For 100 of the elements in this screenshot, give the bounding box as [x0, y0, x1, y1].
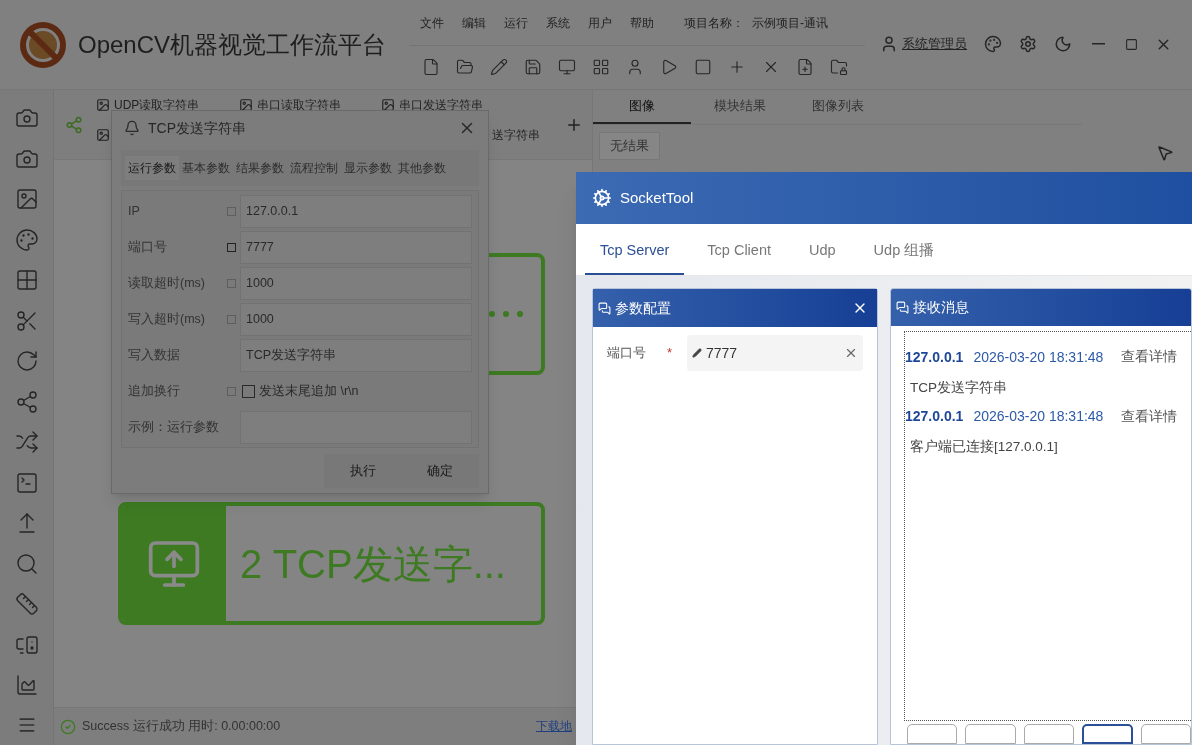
settings-icon — [1019, 35, 1037, 53]
dialog-button[interactable]: 执行 — [324, 454, 402, 488]
minimize-button[interactable] — [1089, 40, 1108, 48]
required-mark: * — [667, 344, 674, 363]
rotate-icon — [14, 349, 39, 374]
param-label: 端口号 — [128, 238, 168, 256]
maximize-button[interactable] — [1125, 37, 1138, 51]
dialog-title: TCP发送字符串 — [148, 118, 246, 138]
moon-icon — [1054, 35, 1072, 53]
message-time: 2026-03-20 18:31:48 — [973, 407, 1104, 427]
area-chart-icon — [14, 673, 39, 698]
bell-icon — [124, 120, 140, 136]
folder-button[interactable] — [456, 58, 474, 76]
dialog-tab[interactable]: 结果参数 — [233, 156, 287, 180]
module-tab[interactable]: UDP读取字符串 — [96, 96, 200, 114]
folder-icon — [456, 58, 474, 76]
message-body: TCP发送字符串 — [909, 379, 1008, 397]
status-text: Success 运行成功 用时: 0.00:00:00 — [82, 718, 281, 736]
menu-item[interactable]: 运行 — [504, 13, 528, 32]
project-label: 项目名称： — [684, 14, 744, 32]
user-link[interactable]: 系统管理员 — [902, 34, 967, 54]
chat-icon — [896, 301, 909, 314]
dialog-tab[interactable]: 显示参数 — [341, 156, 395, 180]
result-tab[interactable]: 图像列表 — [789, 90, 887, 124]
param-field[interactable]: 1000 — [240, 302, 472, 336]
panel-title: 参数配置 — [615, 298, 671, 318]
shuffle-icon — [14, 430, 39, 455]
folder-lock-icon — [830, 58, 848, 76]
result-tab[interactable]: 模块结果 — [691, 90, 789, 124]
theme-button[interactable] — [1054, 35, 1072, 53]
pointer-icon — [1156, 144, 1174, 162]
port-field[interactable]: 7777 — [687, 335, 863, 371]
settings-button[interactable] — [1019, 35, 1037, 53]
maximize-icon — [1125, 37, 1138, 51]
protocol-tab[interactable]: Tcp Client — [692, 229, 786, 275]
play-button[interactable] — [660, 58, 678, 76]
menu-item[interactable]: 帮助 — [630, 13, 654, 32]
user-button[interactable] — [626, 58, 644, 76]
file-add-button[interactable] — [796, 58, 814, 76]
link-marker[interactable] — [226, 242, 236, 252]
link-marker[interactable] — [226, 314, 236, 324]
palette-icon — [14, 227, 39, 252]
dialog-tab[interactable]: 基本参数 — [179, 156, 233, 180]
port-label: 端口号 — [607, 344, 647, 363]
folder-lock-button[interactable] — [830, 58, 848, 76]
dialog-tab[interactable]: 运行参数 — [125, 156, 179, 180]
user-icon — [626, 58, 644, 76]
monitor-button[interactable] — [558, 58, 576, 76]
pencil-icon — [490, 58, 508, 76]
menu-item[interactable]: 编辑 — [462, 13, 486, 32]
pencil-button[interactable] — [490, 58, 508, 76]
link-marker[interactable] — [226, 278, 236, 288]
clear-icon — [844, 346, 858, 360]
node-label: 2 TCP发送字... — [239, 540, 507, 588]
result-tab[interactable]: 图像 — [593, 90, 691, 124]
terminal-icon — [14, 470, 39, 495]
param-field[interactable]: 1000 — [240, 266, 472, 300]
protocol-tab[interactable]: Udp 组播 — [858, 229, 950, 275]
dialog-button[interactable]: 确定 — [401, 454, 479, 488]
link-marker[interactable] — [226, 206, 236, 216]
pencil-icon — [692, 348, 702, 358]
download-link[interactable]: 下载地 — [536, 717, 572, 736]
message-ip: 127.0.0.1 — [905, 348, 964, 367]
no-result-button[interactable]: 无结果 — [599, 132, 660, 160]
param-field[interactable]: TCP发送字符串 — [240, 338, 472, 372]
project-name: 示例项目-通讯 — [752, 14, 828, 32]
add-button[interactable] — [728, 58, 746, 76]
clear-button[interactable] — [844, 346, 858, 360]
monitor-icon — [558, 58, 576, 76]
save-button[interactable] — [524, 58, 542, 76]
menu-item[interactable]: 文件 — [420, 13, 444, 32]
param-label: 写入超时(ms) — [128, 310, 206, 328]
link-marker[interactable] — [226, 386, 236, 396]
menu-item[interactable]: 系统 — [546, 13, 570, 32]
image-icon — [14, 187, 39, 212]
file-button[interactable] — [422, 58, 440, 76]
ellipsis-icon — [489, 311, 523, 317]
protocol-tab[interactable]: Udp — [794, 229, 851, 275]
grid-button[interactable] — [592, 58, 610, 76]
app-title: OpenCV机器视觉工作流平台 — [78, 29, 387, 60]
module-tab[interactable]: 串口发送字符串 — [381, 96, 484, 114]
search-icon — [14, 551, 39, 576]
module-tab[interactable]: 串口读取字符串 — [239, 96, 342, 114]
image-icon — [96, 98, 110, 112]
menu-item[interactable]: 用户 — [588, 13, 612, 32]
param-field[interactable]: 7777 — [240, 230, 472, 264]
image-icon — [96, 128, 110, 142]
param-field[interactable]: 127.0.0.1 — [240, 194, 472, 228]
dialog-tab[interactable]: 流程控制 — [287, 156, 341, 180]
stop-button[interactable] — [694, 58, 712, 76]
details-link[interactable]: 查看详情 — [1121, 406, 1178, 427]
details-link[interactable]: 查看详情 — [1121, 347, 1178, 368]
param-label: 追加换行 — [128, 382, 181, 400]
palette-button[interactable] — [984, 35, 1002, 53]
checkbox[interactable] — [242, 384, 255, 398]
dialog-tab[interactable]: 其他参数 — [395, 156, 449, 180]
footer-button[interactable] — [1082, 724, 1133, 744]
param-label: IP — [128, 202, 141, 220]
add-icon — [728, 58, 746, 76]
success-icon — [60, 718, 76, 735]
